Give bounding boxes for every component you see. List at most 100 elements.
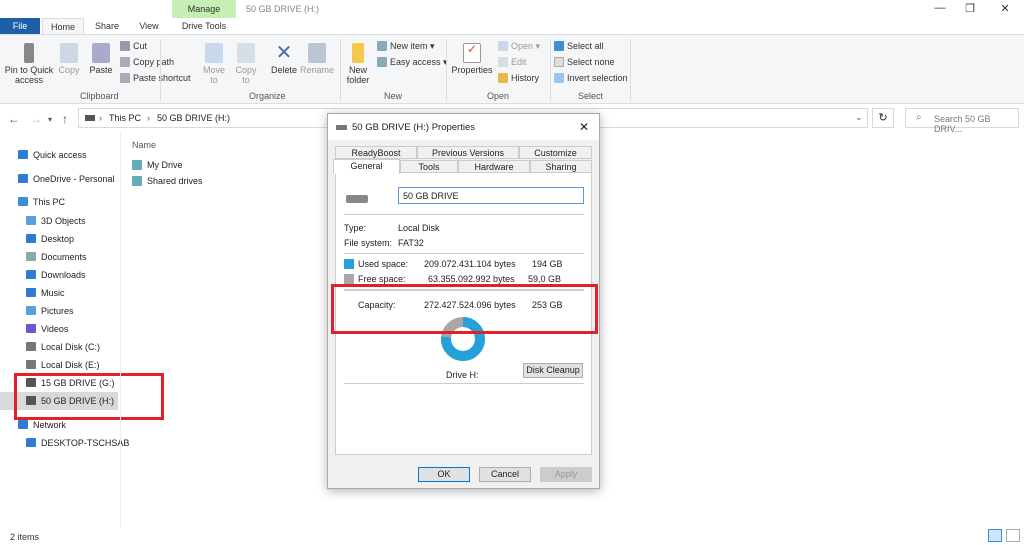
- search-input[interactable]: Search 50 GB DRIV... ⌕: [905, 108, 1019, 134]
- maximize-button[interactable]: ❐: [955, 2, 985, 15]
- sidebar-item[interactable]: Desktop: [0, 230, 118, 248]
- divider: [344, 253, 584, 254]
- cancel-button[interactable]: Cancel: [479, 467, 531, 482]
- sidebar-item-label: Network: [33, 420, 67, 430]
- sidebar-item[interactable]: This PC: [0, 193, 118, 211]
- select-none-icon: [554, 57, 564, 67]
- sidebar-item-label: Documents: [41, 252, 87, 262]
- cut-button[interactable]: Cut: [120, 41, 147, 51]
- list-item[interactable]: Shared drives: [132, 176, 203, 186]
- tab-view[interactable]: View: [130, 18, 168, 34]
- delete-x-icon: ✕: [275, 42, 293, 64]
- tab-previous-versions[interactable]: Previous Versions: [417, 146, 519, 159]
- file-system-value: FAT32: [398, 238, 424, 248]
- sidebar-item[interactable]: 3D Objects: [0, 212, 118, 230]
- sidebar-item[interactable]: DESKTOP-TSCHSAB: [0, 434, 129, 452]
- pin-quick-access-button[interactable]: Pin to Quick access: [3, 43, 55, 85]
- up-button[interactable]: ↑: [62, 112, 68, 126]
- sidebar-item-icon: [26, 342, 36, 351]
- open-button[interactable]: Open ▾: [498, 41, 540, 52]
- sidebar-item[interactable]: Local Disk (E:): [0, 356, 118, 374]
- edit-button[interactable]: Edit: [498, 57, 527, 67]
- sidebar-item-label: Local Disk (C:): [41, 342, 101, 352]
- copy-to-icon: [237, 43, 255, 63]
- recent-dropdown[interactable]: ▾: [48, 115, 52, 124]
- easy-access-icon: [377, 57, 387, 67]
- sidebar-item[interactable]: Downloads: [0, 266, 118, 284]
- sidebar-item-label: Desktop: [41, 234, 75, 244]
- invert-selection-button[interactable]: Invert selection: [554, 73, 628, 83]
- divider: [344, 383, 584, 384]
- sidebar-item-icon: [26, 306, 36, 315]
- refresh-button[interactable]: ↻: [872, 108, 894, 128]
- sidebar-item-label: DESKTOP-TSCHSAB: [41, 438, 130, 448]
- tab-readyboost[interactable]: ReadyBoost: [335, 146, 417, 159]
- divider: [446, 39, 447, 101]
- details-view-button[interactable]: [988, 529, 1002, 542]
- tab-drive-tools[interactable]: Drive Tools: [172, 18, 236, 34]
- apply-button[interactable]: Apply: [540, 467, 592, 482]
- large-icons-view-button[interactable]: [1006, 529, 1020, 542]
- dialog-close-button[interactable]: ✕: [579, 120, 589, 134]
- title-bar: [0, 0, 1024, 18]
- tab-file[interactable]: File: [0, 18, 40, 34]
- sidebar-item[interactable]: OneDrive - Personal: [0, 170, 118, 188]
- list-item[interactable]: My Drive: [132, 160, 183, 170]
- disk-cleanup-button[interactable]: Disk Cleanup: [523, 363, 583, 378]
- drive-icon: [346, 195, 368, 203]
- breadcrumb-drive[interactable]: 50 GB DRIVE (H:): [157, 113, 230, 123]
- sidebar-item[interactable]: Quick access: [0, 146, 118, 164]
- sidebar-item-icon: [26, 324, 36, 333]
- minimize-button[interactable]: —: [925, 2, 955, 14]
- copy-path-button[interactable]: Copy path: [120, 57, 174, 67]
- select-none-button[interactable]: Select none: [554, 57, 615, 67]
- breadcrumb-this-pc[interactable]: This PC: [109, 113, 141, 123]
- sidebar-item[interactable]: Videos: [0, 320, 118, 338]
- copy-button[interactable]: Copy: [57, 43, 81, 75]
- sidebar-item[interactable]: Local Disk (C:): [0, 338, 118, 356]
- back-button[interactable]: ←: [8, 112, 20, 126]
- sidebar-item-label: This PC: [33, 197, 66, 207]
- paste-shortcut-button[interactable]: Paste shortcut: [120, 73, 191, 83]
- tab-share[interactable]: Share: [88, 18, 126, 34]
- divider: [630, 39, 631, 101]
- sidebar-item[interactable]: Pictures: [0, 302, 118, 320]
- rename-icon: [308, 43, 326, 63]
- paste-button[interactable]: Paste: [87, 43, 115, 75]
- delete-button[interactable]: ✕ Delete: [270, 43, 298, 75]
- select-all-button[interactable]: Select all: [554, 41, 604, 51]
- easy-access-button[interactable]: Easy access ▾: [377, 57, 448, 68]
- sidebar-item-icon: [26, 360, 36, 369]
- move-to-button[interactable]: Move to: [202, 43, 226, 85]
- sidebar-item-icon: [26, 270, 36, 279]
- properties-button[interactable]: ✓ Properties: [450, 43, 494, 75]
- tab-general[interactable]: General: [333, 159, 400, 174]
- divider: [550, 39, 551, 101]
- pin-icon: [24, 43, 34, 63]
- drive-name-input[interactable]: 50 GB DRIVE: [398, 187, 584, 204]
- drive-label: Drive H:: [446, 370, 479, 380]
- used-space-label: Used space:: [358, 259, 409, 269]
- file-system-label: File system:: [344, 238, 393, 248]
- forward-button[interactable]: →: [30, 112, 42, 126]
- sidebar-item[interactable]: Music: [0, 284, 118, 302]
- copy-to-button[interactable]: Copy to: [233, 43, 259, 85]
- address-dropdown-icon[interactable]: ⌄: [855, 112, 863, 123]
- rename-button[interactable]: Rename: [300, 43, 334, 75]
- capacity-highlight-box: [331, 284, 598, 334]
- column-header-name[interactable]: Name: [132, 140, 156, 150]
- sidebar-item[interactable]: Documents: [0, 248, 118, 266]
- pane-divider[interactable]: [120, 132, 121, 527]
- close-button[interactable]: ✕: [990, 2, 1020, 15]
- ok-button[interactable]: OK: [418, 467, 470, 482]
- sidebar-item-label: Music: [41, 288, 65, 298]
- dialog-title-bar: 50 GB DRIVE (H:) Properties: [328, 114, 599, 140]
- tab-customize[interactable]: Customize: [519, 146, 592, 159]
- open-icon: [498, 41, 508, 51]
- history-button[interactable]: History: [498, 73, 539, 83]
- history-icon: [498, 73, 508, 83]
- new-folder-button[interactable]: New folder: [344, 43, 372, 85]
- tab-home[interactable]: Home: [42, 18, 84, 34]
- sidebar-item-icon: [26, 252, 36, 261]
- new-item-button[interactable]: New item ▾: [377, 41, 435, 52]
